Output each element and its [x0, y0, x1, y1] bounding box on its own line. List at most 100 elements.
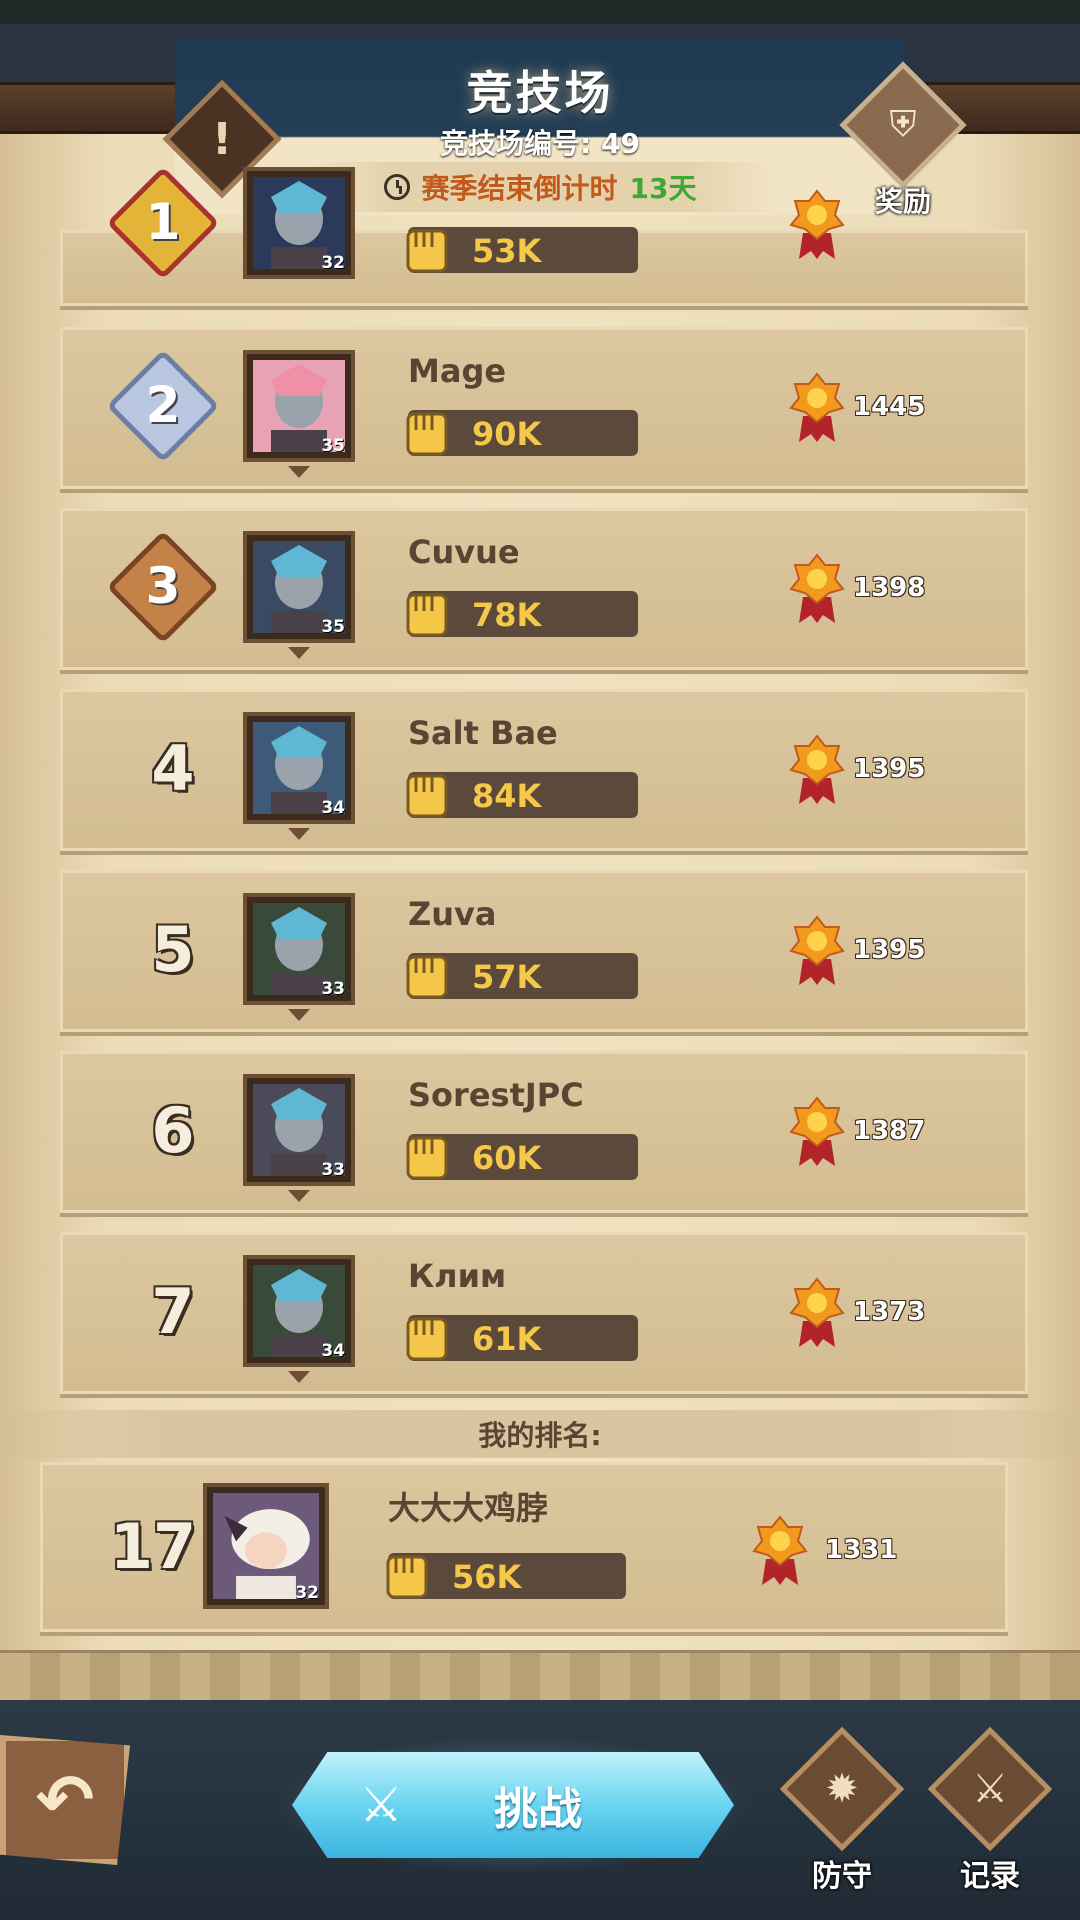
arena-score: 1445: [853, 392, 926, 422]
power-value: 53K: [472, 232, 542, 270]
reward-emblem: ⛨: [839, 61, 967, 189]
avatar[interactable]: 35: [243, 350, 355, 462]
fist-icon: [406, 412, 448, 456]
power-bar: 61K: [406, 1315, 638, 1361]
reward-button[interactable]: ⛨ 奖励: [839, 61, 967, 222]
trophy-icon: [789, 734, 845, 804]
top-strip: [0, 0, 1080, 24]
power-value: 84K: [472, 777, 542, 815]
back-arrow-icon: ↶: [35, 1759, 95, 1841]
exclamation-icon: !: [211, 113, 233, 165]
crest-icon: ⛨: [889, 104, 917, 145]
player-name: Cuvue: [408, 533, 520, 571]
rank-number: 2: [145, 376, 181, 434]
ranking-row[interactable]: 1 32 53K: [60, 166, 1028, 306]
rank-number: 4: [151, 732, 195, 805]
scroll-icon: ⚔: [972, 1766, 1008, 1812]
fist-icon: [406, 955, 448, 999]
rank-medal-icon: 3: [106, 530, 220, 649]
player-name: SorestJPC: [408, 1076, 584, 1114]
ranking-row[interactable]: 5 33 Zuva 57K 1395: [60, 870, 1028, 1032]
trophy-icon: [789, 189, 845, 259]
player-name: Zuva: [408, 895, 497, 933]
rank-number: 3: [145, 557, 181, 615]
avatar[interactable]: 34: [243, 1255, 355, 1367]
rank-number: 5: [151, 913, 195, 986]
trophy-icon: [789, 915, 845, 985]
trophy-icon: [789, 1096, 845, 1166]
shield-icon: ✹: [825, 1766, 859, 1812]
player-name: Клим: [408, 1257, 507, 1295]
season-countdown: 赛季结束倒计时 13天: [300, 162, 780, 212]
defense-label: 防守: [812, 1859, 872, 1894]
rank-number: 1: [145, 193, 181, 251]
my-rank-number: 17: [109, 1510, 197, 1583]
back-button[interactable]: ↶: [0, 1735, 130, 1865]
ranking-row[interactable]: 2 35 Mage 90K 1445: [60, 327, 1028, 489]
power-value: 57K: [472, 958, 542, 996]
arena-score: 1331: [825, 1535, 898, 1565]
fist-icon: [406, 1317, 448, 1361]
arena-score: 1395: [853, 754, 926, 784]
hero-level: 32: [295, 1583, 319, 1603]
power-bar: 57K: [406, 953, 638, 999]
challenge-label: 挑战: [494, 1784, 582, 1835]
avatar-tab: [288, 1190, 310, 1202]
power-value: 90K: [472, 415, 542, 453]
fist-icon: [406, 774, 448, 818]
avatar-tab: [288, 1009, 310, 1021]
record-label: 记录: [960, 1859, 1020, 1894]
power-bar: 90K: [406, 410, 638, 456]
fist-icon: [386, 1555, 428, 1599]
avatar[interactable]: 32: [243, 167, 355, 279]
avatar[interactable]: 35: [243, 531, 355, 643]
rank-number: 7: [151, 1275, 195, 1348]
power-bar: 53K: [406, 227, 638, 273]
avatar-tab: [288, 828, 310, 840]
clock-icon: [383, 174, 410, 200]
season-countdown-label: 赛季结束倒计时: [421, 172, 618, 205]
trophy-icon: [752, 1515, 808, 1585]
defense-emblem: ✹: [779, 1726, 905, 1852]
ranking-row[interactable]: 3 35 Cuvue 78K 1398: [60, 508, 1028, 670]
avatar-tab: [288, 647, 310, 659]
my-rank-label: 我的排名:: [478, 1419, 602, 1452]
season-countdown-days: 13天: [629, 172, 697, 205]
defense-button[interactable]: ✹ 防守: [779, 1726, 905, 1895]
rank-number: 6: [151, 1094, 195, 1167]
fist-icon: [406, 1136, 448, 1180]
avatar[interactable]: 33: [243, 1074, 355, 1186]
reward-label: 奖励: [874, 185, 931, 218]
trophy-icon: [789, 1277, 845, 1347]
player-name: 大大大鸡脖: [388, 1489, 549, 1527]
record-button[interactable]: ⚔ 记录: [927, 1726, 1053, 1895]
my-rank-row[interactable]: 17 32 大大大鸡脖 56K 1331: [40, 1462, 1008, 1632]
hero-level: 35: [321, 617, 345, 637]
hero-level: 33: [321, 1160, 345, 1180]
hero-level: 32: [321, 253, 345, 273]
avatar[interactable]: 32: [203, 1483, 329, 1609]
arena-score: 1395: [853, 935, 926, 965]
rank-medal-icon: 1: [106, 166, 220, 285]
player-name: Mage: [408, 352, 507, 390]
power-value: 61K: [472, 1320, 542, 1358]
ranking-row[interactable]: 6 33 SorestJPC 60K 1387: [60, 1051, 1028, 1213]
power-bar: 84K: [406, 772, 638, 818]
parchment-edge: [0, 1650, 1080, 1703]
avatar[interactable]: 33: [243, 893, 355, 1005]
fist-icon: [406, 229, 448, 273]
avatar[interactable]: 34: [243, 712, 355, 824]
avatar-tab: [288, 1371, 310, 1383]
hero-level: 33: [321, 979, 345, 999]
challenge-button[interactable]: ⚔ 挑战: [292, 1752, 734, 1858]
ranking-row[interactable]: 4 34 Salt Bae 84K 1395: [60, 689, 1028, 851]
power-bar: 78K: [406, 591, 638, 637]
ranking-row[interactable]: 7 34 Клим 61K 1373: [60, 1232, 1028, 1394]
record-emblem: ⚔: [927, 1726, 1053, 1852]
my-rank-divider: 我的排名:: [0, 1410, 1080, 1458]
power-bar: 60K: [406, 1134, 638, 1180]
fist-icon: [406, 593, 448, 637]
hero-level: 34: [321, 1341, 345, 1361]
arena-score: 1398: [853, 573, 926, 603]
trophy-icon: [789, 553, 845, 623]
